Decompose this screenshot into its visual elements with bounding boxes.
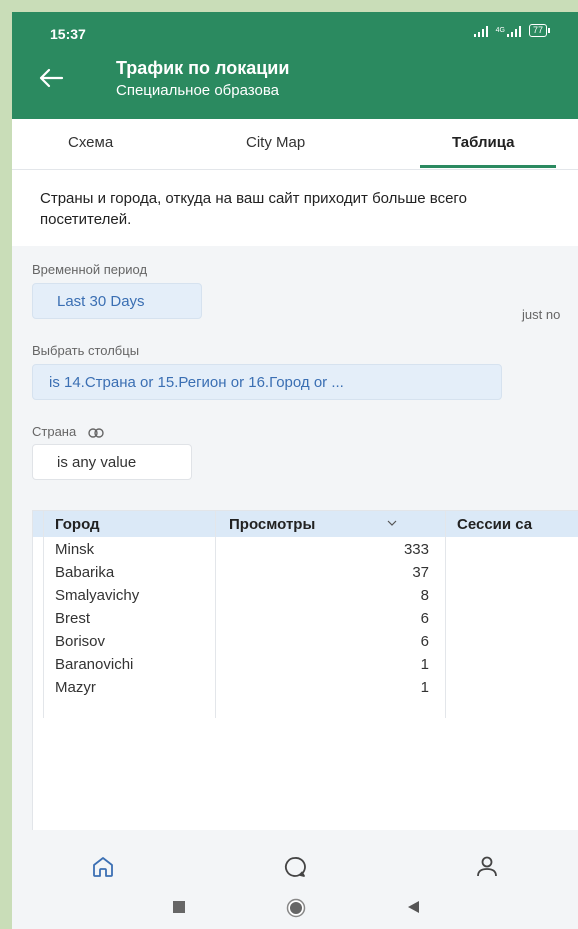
battery-level: 77 <box>528 24 547 37</box>
country-label-row: Страна <box>32 424 104 439</box>
cell-views: 6 <box>420 610 429 627</box>
cell-city: Baranovichi <box>55 656 134 673</box>
table-row[interactable]: Mazyr 1 <box>33 676 578 699</box>
back-button-icon[interactable] <box>406 900 420 914</box>
columns-filter[interactable]: is 14.Страна or 15.Регион or 16.Город or… <box>32 364 502 400</box>
cell-views: 1 <box>420 656 429 673</box>
tab-schema[interactable]: Схема <box>68 134 113 151</box>
back-arrow-icon[interactable] <box>38 68 64 88</box>
sort-chevron-icon[interactable] <box>387 520 397 526</box>
header-sessions[interactable]: Сессии са <box>457 516 532 533</box>
tab-bar: Схема City Map Таблица <box>12 119 578 170</box>
system-nav <box>12 890 578 929</box>
table-row[interactable]: Smalyavichy 8 <box>33 584 578 607</box>
signal-icon-2 <box>506 25 521 37</box>
battery-icon: 77 <box>528 24 550 37</box>
cell-views: 333 <box>403 541 429 558</box>
cell-city: Babarika <box>55 564 115 581</box>
bottom-nav <box>12 830 578 890</box>
cell-views: 37 <box>412 564 429 581</box>
description-text: Страны и города, откуда на ваш сайт прих… <box>40 190 467 228</box>
table-row[interactable]: Baranovichi 1 <box>33 653 578 676</box>
header-city[interactable]: Город <box>55 516 100 533</box>
cell-city: Mazyr <box>55 679 96 696</box>
period-label: Временной период <box>32 262 148 277</box>
cell-views: 1 <box>420 679 429 696</box>
country-label: Страна <box>32 424 77 439</box>
table-row[interactable]: Brest 6 <box>33 607 578 630</box>
cell-views: 8 <box>420 587 429 604</box>
page-title: Трафик по локации <box>116 58 290 78</box>
tab-city-map[interactable]: City Map <box>246 134 305 151</box>
status-time: 15:37 <box>50 26 86 42</box>
network-type: 4G <box>495 27 505 34</box>
cell-city: Brest <box>55 610 91 627</box>
cell-city: Smalyavichy <box>55 587 140 604</box>
description-panel: Страны и города, откуда на ваш сайт прих… <box>12 170 578 246</box>
table-row[interactable]: Minsk 333 <box>33 538 578 561</box>
home-icon[interactable] <box>90 854 116 880</box>
phone-screen: 15:37 4G 77 Трафик по локации Специально… <box>12 12 578 929</box>
table-row[interactable]: Borisov 6 <box>33 630 578 653</box>
header-views[interactable]: Просмотры <box>229 516 315 533</box>
signal-icon <box>473 25 488 37</box>
cell-city: Minsk <box>55 541 95 558</box>
cell-city: Borisov <box>55 633 106 650</box>
page-subtitle: Специальное образова <box>116 82 279 99</box>
app-header: 15:37 4G 77 Трафик по локации Специально… <box>12 12 578 119</box>
tab-table[interactable]: Таблица <box>452 134 515 151</box>
table-header: Город Просмотры Сессии са <box>33 511 578 537</box>
recent-apps-icon[interactable] <box>172 900 186 914</box>
profile-icon[interactable] <box>474 854 500 880</box>
table-row[interactable]: Babarika 37 <box>33 561 578 584</box>
chat-icon[interactable] <box>282 854 308 880</box>
period-filter[interactable]: Last 30 Days <box>32 283 202 319</box>
country-filter[interactable]: is any value <box>32 444 192 480</box>
active-tab-indicator <box>420 165 556 168</box>
link-icon[interactable] <box>88 427 104 438</box>
data-table: Город Просмотры Сессии са Minsk 333 Baba… <box>32 510 578 842</box>
home-button-icon[interactable] <box>286 898 306 918</box>
updated-text: just no <box>522 307 561 322</box>
columns-label: Выбрать столбцы <box>32 343 140 358</box>
status-icons: 4G 77 <box>473 24 550 37</box>
cell-views: 6 <box>420 633 429 650</box>
